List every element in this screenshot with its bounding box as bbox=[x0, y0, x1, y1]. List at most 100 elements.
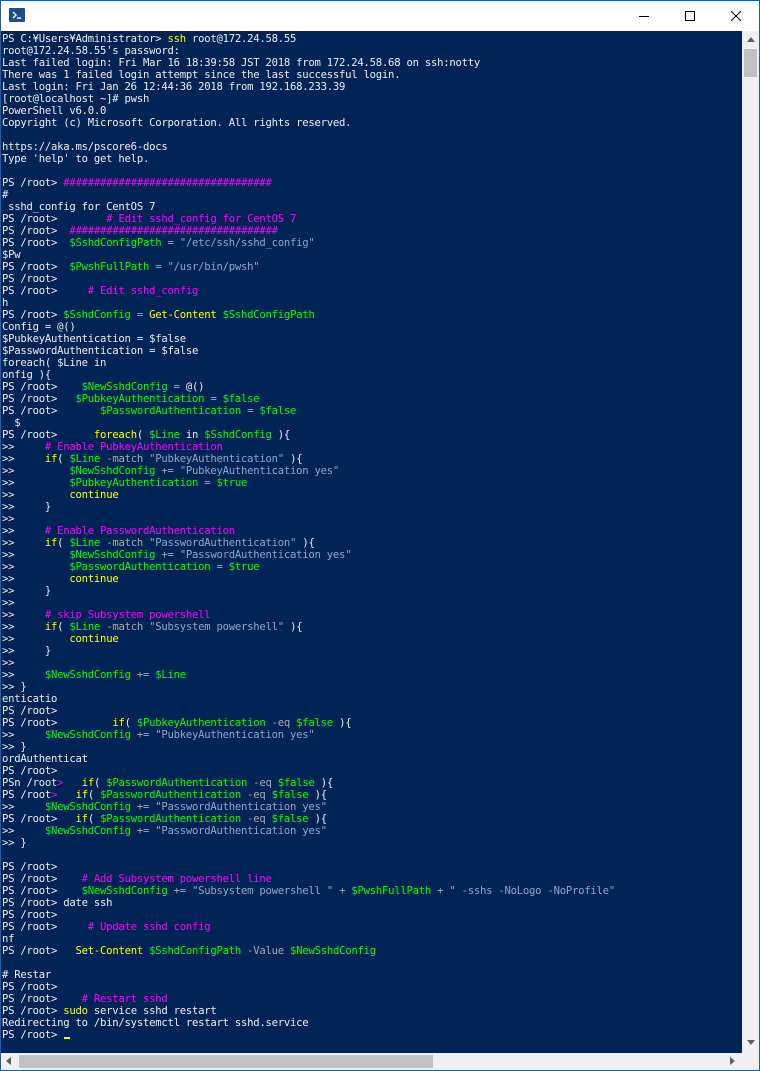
console-output[interactable]: PS C:¥Users¥Administrator> ssh root@172.… bbox=[1, 31, 742, 1053]
console-text: continue bbox=[69, 489, 119, 501]
console-text: PS /root> bbox=[2, 909, 58, 921]
console-text: $true bbox=[216, 477, 248, 489]
console-text: # bbox=[2, 189, 9, 201]
console-line: Last login: Fri Jan 26 12:44:36 2018 fro… bbox=[2, 81, 345, 93]
console-text: >> bbox=[2, 609, 45, 621]
console-text: PS /root> bbox=[2, 261, 70, 273]
console-text: $PasswordAuthentication bbox=[100, 789, 242, 801]
console-text: ){ bbox=[296, 537, 315, 549]
scroll-up-arrow-icon[interactable] bbox=[747, 37, 755, 42]
console-line: PowerShell v6.0.0 bbox=[2, 105, 106, 117]
console-text: PS /root> bbox=[2, 873, 82, 885]
console-text: $PasswordAuthentication bbox=[100, 813, 242, 825]
console-line: h bbox=[2, 297, 8, 309]
text-cursor bbox=[64, 1037, 71, 1039]
console-text: "Subsystem powershell" bbox=[149, 621, 284, 633]
console-line: >> continue bbox=[2, 573, 119, 585]
console-text: += bbox=[155, 549, 180, 561]
console-text: Set-Content bbox=[75, 945, 144, 957]
console-text: $PubkeyAuthentication bbox=[75, 393, 205, 405]
console-text: foreach( $Line in bbox=[2, 357, 107, 369]
console-text: ( bbox=[93, 777, 107, 789]
console-text: >> bbox=[2, 441, 45, 453]
console-text: += bbox=[130, 825, 156, 837]
maximize-button[interactable] bbox=[667, 1, 713, 31]
console-text: Config = @() bbox=[2, 321, 76, 333]
console-text: >> bbox=[2, 573, 70, 585]
console-text: += bbox=[155, 465, 180, 477]
console-text: += bbox=[130, 729, 156, 741]
console-text: >> bbox=[2, 453, 45, 465]
scroll-right-arrow-icon[interactable] bbox=[730, 1057, 735, 1065]
console-line: >> # skip Subsystem powershell bbox=[2, 609, 211, 621]
horizontal-scrollbar[interactable] bbox=[1, 1053, 742, 1070]
console-text: ################################## bbox=[63, 177, 272, 189]
console-text: # Restar bbox=[2, 969, 52, 981]
console-line: >> } bbox=[2, 645, 51, 657]
close-button[interactable] bbox=[713, 1, 759, 31]
scroll-down-arrow-icon[interactable] bbox=[747, 1040, 755, 1045]
console-text: sshd_config for CentOS 7 bbox=[2, 201, 156, 213]
console-text: >> } bbox=[2, 837, 27, 849]
console-text: ){ bbox=[308, 813, 328, 825]
console-text: + bbox=[332, 885, 352, 897]
console-text: $NewSshdConfig bbox=[44, 669, 131, 681]
console-text: ){ bbox=[283, 453, 303, 465]
console-text: # Enable PasswordAuthentication bbox=[44, 525, 235, 537]
console-text: PS /root> bbox=[2, 993, 82, 1005]
console-text: # Update sshd config bbox=[87, 921, 211, 933]
console-text: >> bbox=[2, 801, 45, 813]
console-line: PS /root> if( $PubkeyAuthentication -eq … bbox=[2, 717, 352, 729]
console-text: $PwshFullPath bbox=[351, 885, 431, 897]
console-text: >> } bbox=[2, 501, 52, 513]
minimize-button[interactable] bbox=[621, 1, 667, 31]
console-text: >> bbox=[2, 657, 15, 669]
console-text: >> bbox=[2, 669, 45, 681]
console-text: PS /root> bbox=[2, 765, 58, 777]
console-text: = bbox=[198, 477, 217, 489]
console-text: continue bbox=[69, 633, 119, 645]
console-text: ){ bbox=[308, 789, 328, 801]
console-line: PS /root> ##############################… bbox=[2, 225, 278, 237]
console-text: ){ bbox=[283, 621, 303, 633]
console-text: PS /root> bbox=[2, 429, 94, 441]
console-line: root@172.24.58.55's password: bbox=[2, 45, 180, 57]
console-text: PS /root> bbox=[2, 861, 58, 873]
console-text: PS /root> bbox=[2, 921, 88, 933]
console-line: PS /root> if( $PasswordAuthentication -e… bbox=[2, 789, 327, 801]
console-text: >> bbox=[2, 597, 15, 609]
console-text: PS /root> bbox=[2, 945, 76, 957]
console-text: PS /root> bbox=[2, 273, 58, 285]
console-text: ordAuthenticat bbox=[2, 753, 88, 765]
console-line: Config = @() bbox=[2, 321, 76, 333]
scroll-left-arrow-icon[interactable] bbox=[6, 1057, 11, 1065]
vertical-scrollbar[interactable] bbox=[742, 31, 759, 1053]
console-text: = bbox=[204, 393, 223, 405]
console-text: $false bbox=[259, 405, 297, 417]
console-text: PS /root> bbox=[2, 705, 58, 717]
console-line: >> $NewSshdConfig += "PasswordAuthentica… bbox=[2, 801, 327, 813]
console-line: >> if( $Line -match "PasswordAuthenticat… bbox=[2, 537, 315, 549]
console-text: >> bbox=[2, 633, 70, 645]
console-line: PS /root> foreach( $Line in $SshdConfig … bbox=[2, 429, 290, 441]
title-bar[interactable] bbox=[1, 1, 759, 31]
console-line: PS /root> # Edit sshd_config for CentOS … bbox=[2, 213, 296, 225]
console-text: >> bbox=[2, 465, 70, 477]
console-line: $PasswordAuthentication = $false bbox=[2, 345, 198, 357]
console-line: >> $PubkeyAuthentication = $true bbox=[2, 477, 247, 489]
console-text: $SshdConfigPath bbox=[69, 237, 162, 249]
console-line: onfig ){ bbox=[2, 369, 51, 381]
console-line: PS /root> $PasswordAuthentication = $fal… bbox=[2, 405, 296, 417]
console-text: Type 'help' to get help. bbox=[2, 153, 150, 165]
console-line: >> $NewSshdConfig += $Line bbox=[2, 669, 186, 681]
console-text: PS /root> bbox=[2, 177, 64, 189]
console-line: PS /root> bbox=[2, 981, 57, 993]
vertical-scroll-thumb[interactable] bbox=[744, 49, 757, 77]
horizontal-scroll-thumb[interactable] bbox=[19, 1055, 433, 1068]
console-line: >> # Enable PubkeyAuthentication bbox=[2, 441, 223, 453]
console-text: >> bbox=[2, 525, 45, 537]
console-text: $SshdConfigPath bbox=[222, 309, 315, 321]
console-text: ( bbox=[124, 717, 137, 729]
console-text: foreach bbox=[93, 429, 137, 441]
console-text: ){ bbox=[332, 717, 352, 729]
